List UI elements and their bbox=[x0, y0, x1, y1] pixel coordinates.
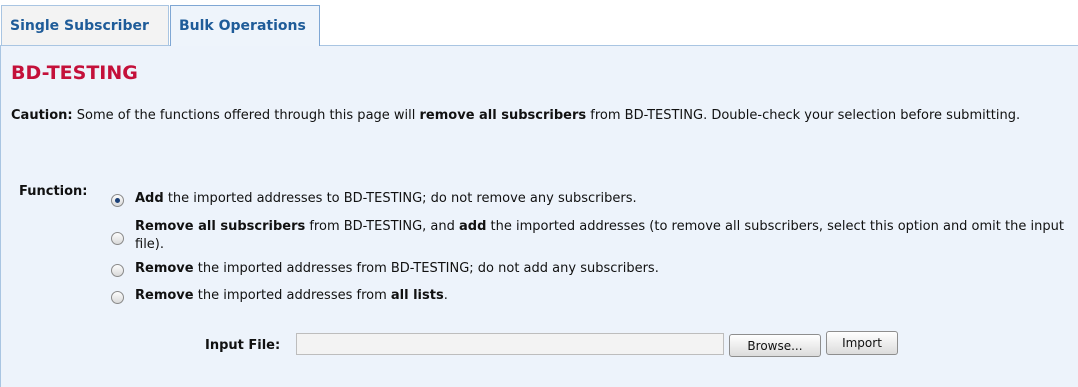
function-label: Function: bbox=[19, 184, 88, 199]
option-remove-text: the imported addresses from BD-TESTING; … bbox=[193, 261, 659, 276]
caution-bold: remove all subscribers bbox=[419, 108, 587, 123]
radio-remove-all-lists[interactable] bbox=[111, 291, 124, 304]
caution-text-1: Some of the functions offered through th… bbox=[72, 108, 420, 123]
option-remove-all-lists-bold-2: all lists bbox=[390, 288, 444, 303]
bulk-operations-panel: BD-TESTING Caution: Some of the function… bbox=[0, 46, 1078, 387]
option-remove-all-lists-text-1: the imported addresses from bbox=[193, 288, 391, 303]
option-replace-bold-2: add bbox=[459, 219, 487, 234]
input-file-field[interactable] bbox=[296, 333, 724, 355]
option-add-label: Add the imported addresses to BD-TESTING… bbox=[135, 190, 1071, 208]
browse-button[interactable]: Browse... bbox=[729, 334, 821, 357]
list-title: BD-TESTING bbox=[11, 62, 138, 84]
radio-remove[interactable] bbox=[111, 264, 124, 277]
import-button[interactable]: Import bbox=[826, 331, 898, 355]
caution-text-2: from BD-TESTING. Double-check your selec… bbox=[586, 108, 1021, 123]
option-remove-bold: Remove bbox=[135, 261, 194, 276]
option-replace-text-1: from BD-TESTING, and bbox=[305, 219, 459, 234]
tab-single-subscriber[interactable]: Single Subscriber bbox=[1, 5, 169, 45]
option-add-bold: Add bbox=[135, 191, 164, 206]
option-remove-label: Remove the imported addresses from BD-TE… bbox=[135, 260, 1071, 278]
option-add-text: the imported addresses to BD-TESTING; do… bbox=[163, 191, 637, 206]
input-file-label: Input File: bbox=[205, 338, 281, 353]
caution-message: Caution: Some of the functions offered t… bbox=[11, 106, 1071, 126]
radio-add[interactable] bbox=[111, 194, 124, 207]
radio-replace[interactable] bbox=[111, 232, 124, 245]
option-replace-bold-1: Remove all subscribers bbox=[135, 219, 306, 234]
option-replace-label: Remove all subscribers from BD-TESTING, … bbox=[135, 218, 1071, 254]
option-remove-all-lists-text-2: . bbox=[443, 288, 448, 303]
caution-label: Caution: bbox=[11, 108, 73, 123]
tab-bar: Single Subscriber Bulk Operations bbox=[0, 0, 1078, 46]
tab-bulk-operations[interactable]: Bulk Operations bbox=[170, 5, 320, 46]
option-remove-all-lists-label: Remove the imported addresses from all l… bbox=[135, 287, 1071, 305]
option-remove-all-lists-bold-1: Remove bbox=[135, 288, 194, 303]
